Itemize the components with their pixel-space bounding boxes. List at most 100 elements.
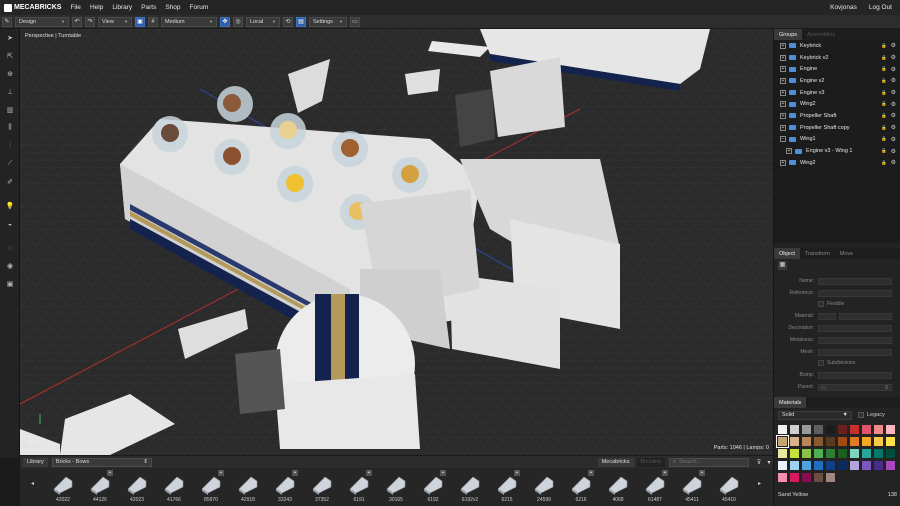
color-swatch[interactable]: [778, 461, 787, 470]
part-thumbnail[interactable]: 24599: [530, 470, 558, 504]
paint-bucket-icon[interactable]: ◒: [0, 215, 20, 233]
paint-brush-icon[interactable]: ✐: [0, 173, 20, 191]
group-item[interactable]: + Engine v3 🔒 ⚙: [774, 87, 900, 99]
color-swatch[interactable]: [850, 425, 859, 434]
color-swatch[interactable]: [886, 461, 895, 470]
lock-icon[interactable]: 🔒: [881, 43, 887, 49]
tab-groups[interactable]: Groups: [774, 29, 803, 40]
pivot-icon[interactable]: ◎: [233, 16, 243, 27]
expand-icon[interactable]: +: [780, 89, 786, 96]
color-swatch[interactable]: [874, 425, 883, 434]
color-swatch[interactable]: [778, 449, 787, 458]
part-thumbnail[interactable]: 4068: [604, 470, 632, 504]
lock-icon[interactable]: 🔒: [881, 78, 887, 84]
multi-select-icon[interactable]: ⇱: [0, 47, 20, 65]
material-field[interactable]: [839, 312, 892, 320]
color-swatch[interactable]: [790, 437, 799, 446]
color-swatch[interactable]: [814, 449, 823, 458]
group-item[interactable]: + Wing2 🔒 ⚙: [774, 157, 900, 169]
hide-icon[interactable]: ◌: [0, 239, 20, 257]
metalness-field[interactable]: [818, 336, 892, 344]
screenshot-icon[interactable]: ▭: [350, 16, 360, 27]
grid-view-icon[interactable]: ▦: [778, 261, 787, 270]
name-field[interactable]: [818, 277, 892, 285]
target-icon[interactable]: ⊕: [0, 65, 20, 83]
material-type-select[interactable]: Solid ▼: [778, 410, 852, 420]
3d-viewport[interactable]: Perspective | Turntable ▣ Space Parts: 1…: [20, 29, 773, 455]
variants-plus-icon[interactable]: +: [440, 470, 446, 476]
color-swatch[interactable]: [886, 425, 895, 434]
lock-icon[interactable]: 🔒: [881, 125, 887, 131]
grid-icon[interactable]: #: [148, 16, 158, 27]
variants-plus-icon[interactable]: +: [292, 470, 298, 476]
legacy-checkbox[interactable]: [858, 412, 864, 418]
part-thumbnail[interactable]: 61487 +: [641, 470, 669, 504]
color-swatch[interactable]: [802, 461, 811, 470]
expand-icon[interactable]: +: [780, 66, 786, 73]
settings-select[interactable]: Settings ▼: [309, 16, 347, 27]
parent-field[interactable]: ▭ 6: [818, 383, 892, 391]
expand-icon[interactable]: +: [780, 112, 786, 119]
mesh-field[interactable]: [818, 348, 892, 356]
part-thumbnail[interactable]: 42023: [123, 470, 151, 504]
color-swatch[interactable]: [776, 435, 789, 448]
color-swatch[interactable]: [826, 437, 835, 446]
lock-icon[interactable]: 🔒: [881, 148, 887, 154]
parts-search-input[interactable]: [679, 459, 740, 465]
expand-icon[interactable]: +: [780, 124, 786, 131]
lock-icon[interactable]: 🔒: [881, 136, 887, 142]
color-swatch[interactable]: [874, 449, 883, 458]
mode-icon[interactable]: ✎: [2, 16, 12, 27]
group-item[interactable]: + Engine 🔒 ⚙: [774, 63, 900, 75]
camera-mode-label[interactable]: Perspective | Turntable: [25, 33, 81, 39]
part-thumbnail[interactable]: 44126 +: [86, 470, 114, 504]
part-thumbnail[interactable]: 42022: [49, 470, 77, 504]
gear-icon[interactable]: ⚙: [891, 159, 896, 166]
menu-forum[interactable]: Forum: [190, 4, 209, 11]
color-swatch[interactable]: [874, 437, 883, 446]
lock-icon[interactable]: 🔒: [881, 160, 887, 166]
group-item[interactable]: + Engine v3 - Wing 1 🔒 ⚙: [774, 145, 900, 157]
color-swatch[interactable]: [790, 461, 799, 470]
color-swatch[interactable]: [838, 437, 847, 446]
color-swatch[interactable]: [826, 473, 835, 482]
group-item[interactable]: + Propeller Shaft 🔒 ⚙: [774, 110, 900, 122]
camera-icon[interactable]: ▣: [0, 275, 20, 293]
part-thumbnail[interactable]: 6215 +: [493, 470, 521, 504]
gear-icon[interactable]: ⚙: [891, 66, 896, 73]
menu-help[interactable]: Help: [90, 4, 103, 11]
gear-icon[interactable]: ⚙: [891, 124, 896, 131]
color-swatch[interactable]: [850, 461, 859, 470]
part-thumbnail[interactable]: 6192v2: [456, 470, 484, 504]
part-thumbnail[interactable]: 6216 +: [567, 470, 595, 504]
scroll-right-icon[interactable]: ▸: [758, 480, 761, 487]
color-swatch[interactable]: [778, 473, 787, 482]
tab-transform[interactable]: Transform: [800, 248, 835, 259]
subdivisions-checkbox[interactable]: [818, 360, 824, 366]
color-swatch[interactable]: [814, 461, 823, 470]
select-icon[interactable]: ➤: [0, 29, 20, 47]
gear-icon[interactable]: ⚙: [891, 148, 896, 155]
bump-field[interactable]: [818, 371, 892, 379]
color-swatch[interactable]: [790, 425, 799, 434]
color-swatch[interactable]: [862, 425, 871, 434]
part-thumbnail[interactable]: 45411 +: [678, 470, 706, 504]
chevron-down-icon[interactable]: ▾: [765, 458, 773, 466]
menu-file[interactable]: File: [70, 4, 80, 11]
lock-icon[interactable]: 🔒: [881, 66, 887, 72]
collapse-icon[interactable]: −: [780, 136, 786, 143]
light-bulb-icon[interactable]: 💡: [0, 197, 20, 215]
color-swatch[interactable]: [886, 437, 895, 446]
part-thumbnail[interactable]: 6192 +: [419, 470, 447, 504]
tab-assemblies[interactable]: Assemblies: [802, 29, 840, 40]
tab-materials[interactable]: Materials: [774, 397, 807, 408]
move-gizmo-icon[interactable]: ✥: [220, 16, 230, 27]
category-select[interactable]: Bricks - Bows ⇕: [51, 457, 152, 467]
gear-icon[interactable]: ⚙: [891, 136, 896, 143]
variants-plus-icon[interactable]: +: [514, 470, 520, 476]
filter-icon[interactable]: ⊽: [755, 458, 763, 466]
gear-icon[interactable]: ⚙: [891, 112, 896, 119]
part-thumbnail[interactable]: 85970 +: [197, 470, 225, 504]
part-thumbnail[interactable]: 45410: [715, 470, 743, 504]
group-item[interactable]: + Propeller Shaft copy 🔒 ⚙: [774, 122, 900, 134]
